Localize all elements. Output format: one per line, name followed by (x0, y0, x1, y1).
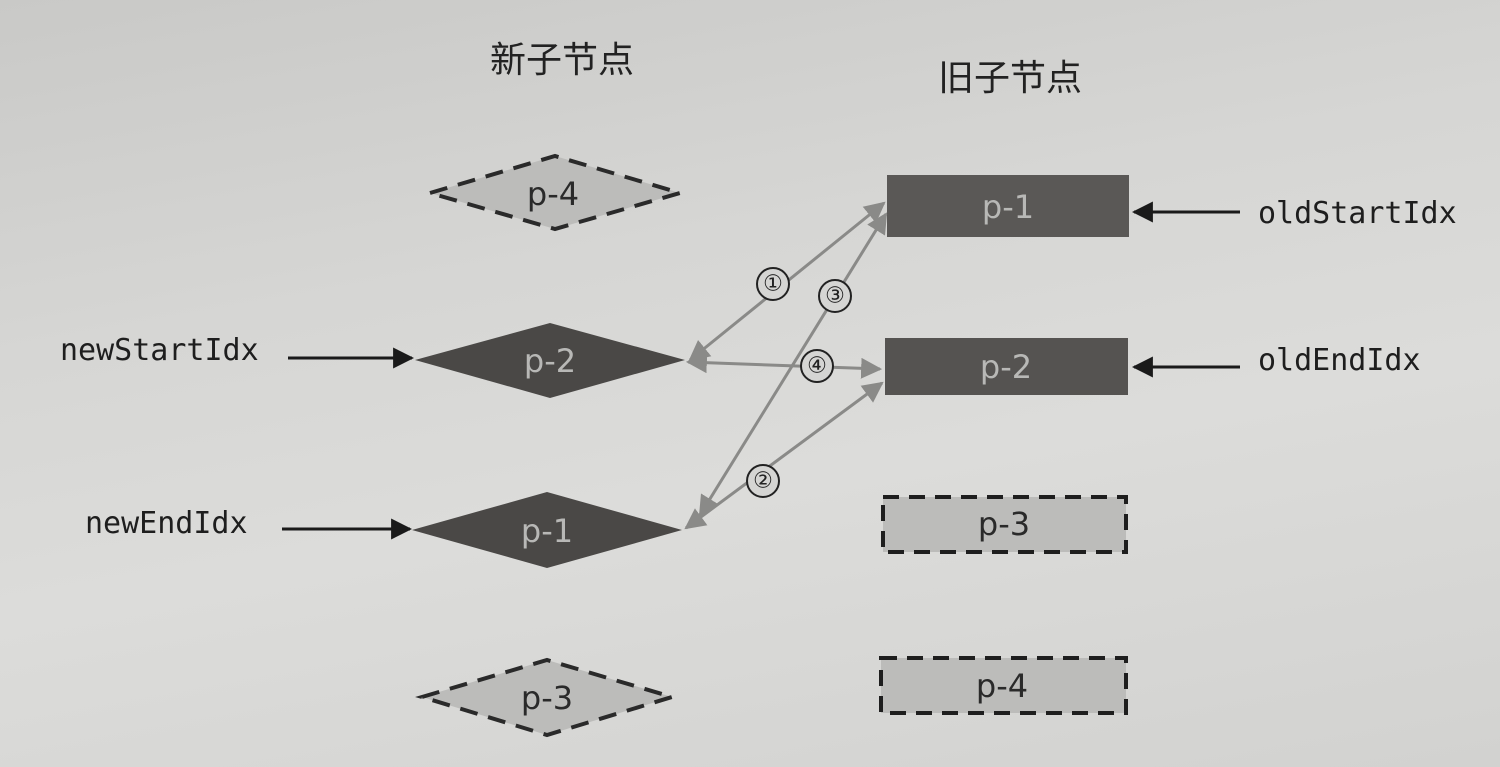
old-start-pointer: oldStartIdx (1131, 196, 1457, 231)
old-end-idx-label: oldEndIdx (1258, 343, 1421, 378)
step-marker-1: ① (756, 267, 790, 301)
new-node-label: p-4 (527, 175, 579, 213)
old-node-label: p-2 (980, 348, 1032, 386)
new-node-label: p-1 (521, 512, 573, 550)
new-node-p2: p-2 (415, 323, 685, 398)
old-node-label: p-1 (982, 188, 1034, 226)
new-node-p4: p-4 (422, 153, 688, 232)
old-end-pointer: oldEndIdx (1131, 343, 1421, 378)
new-end-idx-label: newEndIdx (85, 506, 248, 541)
old-node-label: p-4 (976, 667, 1028, 705)
new-start-idx-label: newStartIdx (60, 333, 259, 368)
new-node-p3: p-3 (415, 657, 679, 738)
old-start-idx-label: oldStartIdx (1258, 196, 1457, 231)
diagram-canvas: 新子节点 旧子节点 p-4 p-2 p-1 p-3 p-1 p-2 p-3 p-… (60, 40, 1457, 738)
step-marker-3: ③ (818, 279, 852, 313)
step-number: ② (753, 469, 773, 494)
new-node-p1: p-1 (412, 492, 682, 568)
step-number: ④ (807, 354, 827, 379)
new-start-pointer: newStartIdx (60, 333, 415, 369)
new-node-label: p-3 (521, 679, 573, 717)
old-node-p4: p-4 (879, 656, 1128, 715)
step-number: ① (763, 272, 783, 297)
new-children-heading: 新子节点 (490, 40, 634, 81)
step-marker-2: ② (746, 464, 780, 498)
new-node-label: p-2 (524, 342, 576, 380)
step-number: ③ (825, 284, 845, 309)
old-node-p2: p-2 (885, 338, 1128, 395)
old-node-p1: p-1 (887, 175, 1129, 237)
old-node-label: p-3 (978, 505, 1030, 543)
step-marker-4: ④ (800, 349, 834, 383)
old-node-p3: p-3 (881, 495, 1128, 554)
old-children-heading: 旧子节点 (938, 58, 1082, 99)
comparison-arrow-4 (685, 352, 883, 379)
new-end-pointer: newEndIdx (85, 506, 413, 541)
comparison-arrow-2 (684, 381, 884, 530)
